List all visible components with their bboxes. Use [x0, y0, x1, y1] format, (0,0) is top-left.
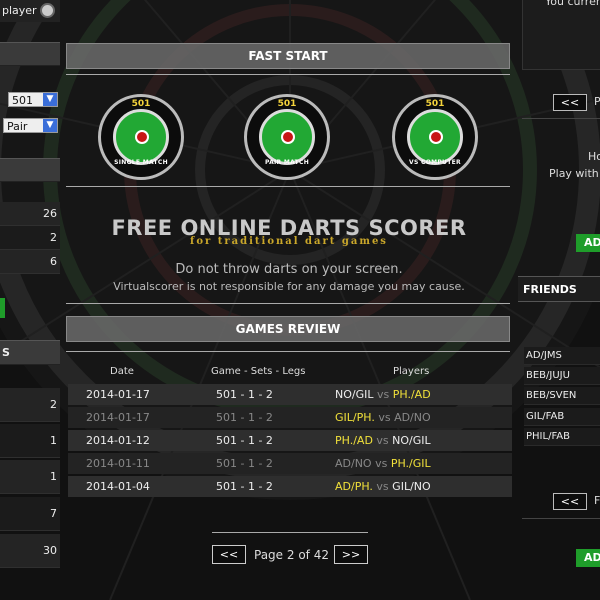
list-item[interactable]: 1: [0, 424, 60, 458]
list-item[interactable]: 7: [0, 497, 60, 531]
vs-computer-button[interactable]: 501 VS COMPUTER: [392, 94, 478, 180]
chevron-down-icon: ▼: [43, 93, 57, 106]
target-icon: [259, 109, 315, 165]
column-header-players: Players: [393, 366, 430, 377]
fast-start-header: FAST START: [66, 43, 510, 69]
friend-item[interactable]: GIL/FAB: [524, 408, 600, 426]
prev-button[interactable]: <<: [553, 94, 587, 111]
game-type-select[interactable]: 501 ▼: [8, 92, 58, 107]
status-box: You curren: [522, 0, 600, 70]
divider: [522, 118, 600, 119]
list-item[interactable]: 1: [0, 460, 60, 494]
disclaimer-text: Virtualscorer is not responsible for any…: [113, 280, 465, 293]
left-add-button[interactable]: [0, 298, 5, 318]
player-label: player: [2, 4, 37, 17]
single-match-button[interactable]: 501 SINGLE MATCH: [98, 94, 184, 180]
friend-item[interactable]: AD/JMS: [524, 347, 600, 365]
friends-header: FRIENDS: [518, 276, 600, 302]
add-button[interactable]: AD: [576, 234, 600, 252]
left-section-bar-1: [0, 42, 60, 66]
page-indicator: Page 2 of 42: [254, 548, 329, 562]
pair-match-button[interactable]: 501 PAIR MATCH: [244, 94, 330, 180]
chevron-down-icon: ▼: [43, 119, 57, 132]
stat-row: 26: [0, 202, 60, 226]
target-icon: [407, 109, 463, 165]
nav-letter: P: [594, 95, 600, 108]
right-panel: You curren << P Ho Play with AD FRIENDS …: [516, 0, 600, 600]
friend-item[interactable]: BEB/JUJU: [524, 367, 600, 385]
friend-item[interactable]: PHIL/FAB: [524, 428, 600, 446]
divider: [66, 351, 510, 352]
table-row[interactable]: 2014-01-17 501 - 1 - 2 GIL/PH. vs AD/NO: [68, 407, 512, 428]
table-row[interactable]: 2014-01-04 501 - 1 - 2 AD/PH. vs GIL/NO: [68, 476, 512, 497]
table-row[interactable]: 2014-01-12 501 - 1 - 2 PH./AD vs NO/GIL: [68, 430, 512, 451]
column-header-date: Date: [110, 366, 134, 377]
stat-row: 6: [0, 250, 60, 274]
left-section-bar-3: S: [0, 340, 60, 365]
divider: [212, 532, 368, 533]
divider: [66, 186, 510, 187]
friend-item[interactable]: BEB/SVEN: [524, 387, 600, 405]
info-text: Play with: [549, 167, 599, 180]
table-row[interactable]: 2014-01-17 501 - 1 - 2 NO/GIL vs PH./AD: [68, 384, 512, 405]
mode-select[interactable]: Pair ▼: [3, 118, 58, 133]
nav-letter: F: [594, 494, 600, 507]
table-row[interactable]: 2014-01-11 501 - 1 - 2 AD/NO vs PH./GIL: [68, 453, 512, 474]
prev-page-button[interactable]: <<: [212, 545, 246, 564]
divider: [66, 303, 510, 304]
stat-row: 2: [0, 226, 60, 250]
target-icon: [113, 109, 169, 165]
subheadline: for traditional dart games: [190, 236, 388, 247]
status-text: You curren: [545, 0, 600, 8]
divider: [522, 518, 600, 519]
main-content: FAST START 501 SINGLE MATCH 501 PAIR MAT…: [62, 0, 516, 600]
column-header-game: Game - Sets - Legs: [211, 366, 306, 377]
warning-text: Do not throw darts on your screen.: [175, 262, 403, 277]
list-item[interactable]: 30: [0, 534, 60, 568]
list-item[interactable]: 2: [0, 388, 60, 422]
left-panel: player 501 ▼ Pair ▼ 26 2 6 S 2 1 1 7 30: [0, 0, 62, 600]
next-page-button[interactable]: >>: [334, 545, 368, 564]
settings-icon[interactable]: [40, 3, 55, 18]
games-review-header: GAMES REVIEW: [66, 316, 510, 342]
info-text: Ho: [588, 150, 600, 163]
divider: [66, 74, 510, 75]
left-section-bar-2: [0, 158, 60, 182]
add-friend-button[interactable]: AD: [576, 549, 600, 567]
prev-button[interactable]: <<: [553, 493, 587, 510]
